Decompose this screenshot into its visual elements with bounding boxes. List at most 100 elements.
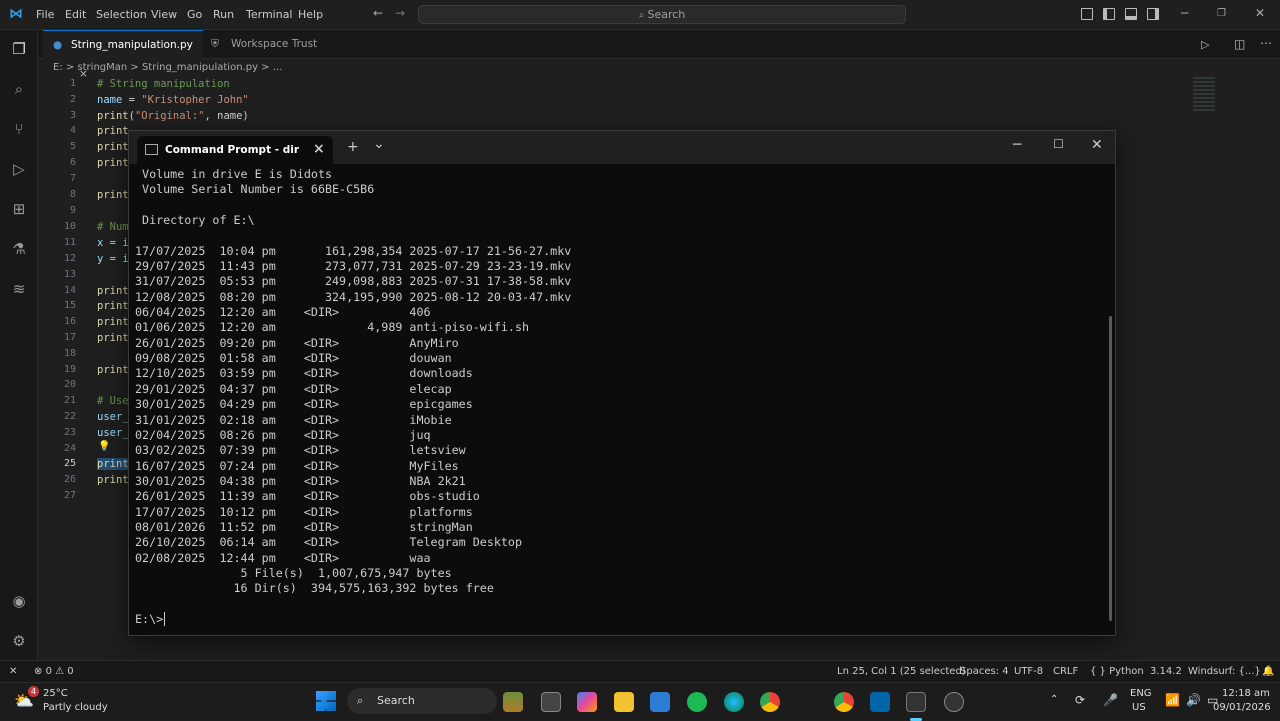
chrome-profile-icon[interactable] <box>834 692 854 712</box>
search-icon[interactable]: ⌕ <box>10 80 28 98</box>
python-file-icon: ● <box>53 39 63 51</box>
encoding[interactable]: UTF-8 <box>1014 666 1043 677</box>
run-python-file-icon[interactable]: ▷ <box>1201 38 1209 51</box>
terminal-close-icon[interactable]: ✕ <box>1091 137 1103 153</box>
show-hidden-icons-icon[interactable]: ⌃ <box>1050 694 1058 705</box>
terminal-line: 01/06/2025 12:20 am 4,989 anti-piso-wifi… <box>135 320 530 335</box>
terminal-taskbar-icon[interactable] <box>906 692 926 712</box>
file-explorer-icon[interactable] <box>614 692 634 712</box>
menu-help[interactable]: Help <box>298 8 323 21</box>
code-line-11: x = i <box>97 237 129 249</box>
menu-selection[interactable]: Selection <box>96 8 147 21</box>
menu-run[interactable]: Run <box>213 8 234 21</box>
wifi-icon[interactable]: 📶 <box>1165 693 1180 707</box>
breadcrumb[interactable]: E: > stringMan > String_manipulation.py … <box>53 62 282 73</box>
task-view-icon[interactable] <box>541 692 561 712</box>
copilot-icon[interactable] <box>577 692 597 712</box>
account-icon[interactable]: ◉ <box>10 592 28 610</box>
microsoft-store-icon[interactable] <box>650 692 670 712</box>
code-line-10: # Num <box>97 221 129 233</box>
chrome-icon[interactable] <box>760 692 780 712</box>
spotify-icon[interactable] <box>687 692 707 712</box>
toggle-secondary-sidebar-icon[interactable] <box>1147 8 1159 20</box>
terminal-tab[interactable]: Command Prompt - dir × <box>137 136 333 164</box>
restore-icon[interactable]: ❐ <box>1217 8 1226 19</box>
clock-date[interactable]: 09/01/2026 <box>1213 702 1271 713</box>
cursor-position[interactable]: Ln 25, Col 1 (25 selected) <box>837 666 966 677</box>
minimize-icon[interactable]: ─ <box>1181 6 1188 20</box>
run-debug-icon[interactable]: ▷ <box>10 160 28 178</box>
windsurf-status[interactable]: Windsurf: {...} <box>1188 666 1261 677</box>
new-tab-icon[interactable]: + <box>347 139 359 155</box>
source-control-icon[interactable]: ⑂ <box>10 120 28 138</box>
widgets-icon[interactable] <box>503 692 523 712</box>
weather-temp[interactable]: 25°C <box>43 688 68 699</box>
line-number: 11 <box>63 237 76 248</box>
terminal-output[interactable]: Volume in drive E is Didots Volume Seria… <box>135 167 1095 627</box>
extensions-icon[interactable]: ⊞ <box>10 200 28 218</box>
terminal-line: 02/08/2025 12:44 pm <DIR> waa <box>135 550 431 565</box>
line-number: 16 <box>63 316 76 327</box>
edge-icon[interactable] <box>724 692 744 712</box>
customize-layout-icon[interactable] <box>1081 8 1093 20</box>
toggle-primary-sidebar-icon[interactable] <box>1103 8 1115 20</box>
indentation[interactable]: Spaces: 4 <box>960 666 1009 677</box>
explorer-icon[interactable]: ❐ <box>10 40 28 58</box>
command-prompt-window[interactable]: Command Prompt - dir × + ⌄ ─ ☐ ✕ Volume … <box>128 130 1116 636</box>
remote-icon[interactable]: ✕ <box>9 666 17 677</box>
menu-file[interactable]: File <box>36 8 54 21</box>
testing-icon[interactable]: ⚗ <box>10 240 28 258</box>
menu-go[interactable]: Go <box>187 8 202 21</box>
line-number: 8 <box>69 189 76 200</box>
app-taskbar-icon[interactable] <box>944 692 964 712</box>
more-actions-icon[interactable]: ⋯ <box>1260 36 1272 50</box>
volume-icon[interactable]: 🔊 <box>1186 693 1201 707</box>
windows-start-icon[interactable] <box>316 691 336 711</box>
code-line-3: print("Original:", name) <box>97 110 249 122</box>
code-line-21: # Use <box>97 395 129 407</box>
command-center-search[interactable]: ⌕ Search <box>418 5 906 24</box>
split-editor-icon[interactable]: ◫ <box>1234 37 1245 51</box>
terminal-line: 26/10/2025 06:14 am <DIR> Telegram Deskt… <box>135 535 523 550</box>
notifications-bell-icon[interactable]: 🔔 <box>1262 666 1274 677</box>
lightbulb-icon[interactable]: 💡 <box>98 441 110 452</box>
code-line-4: print <box>97 125 129 137</box>
terminal-maximize-icon[interactable]: ☐ <box>1053 137 1064 151</box>
terminal-scrollbar[interactable] <box>1109 316 1112 621</box>
microphone-icon[interactable]: 🎤 <box>1103 693 1118 707</box>
settings-gear-icon[interactable]: ⚙ <box>10 632 28 650</box>
close-window-icon[interactable]: ✕ <box>1255 6 1265 20</box>
tab-string-manipulation[interactable]: ● String_manipulation.py × <box>43 30 203 80</box>
terminal-tab-close-icon[interactable]: × <box>313 141 325 157</box>
tab-dropdown-icon[interactable]: ⌄ <box>373 136 385 152</box>
language-indicator-2[interactable]: US <box>1132 702 1146 713</box>
windsurf-icon[interactable]: ≋ <box>10 280 28 298</box>
terminal-line: 08/01/2026 11:52 pm <DIR> stringMan <box>135 519 473 534</box>
line-number: 14 <box>63 285 76 296</box>
minimap[interactable] <box>1193 77 1215 113</box>
menu-edit[interactable]: Edit <box>65 8 86 21</box>
terminal-line: Volume Serial Number is 66BE-C5B6 <box>135 182 375 197</box>
taskbar-search-box[interactable]: ⌕ Search <box>347 688 497 714</box>
sync-icon[interactable]: ⟳ <box>1075 693 1085 707</box>
forward-arrow-icon[interactable]: → <box>395 6 405 20</box>
vscode-taskbar-icon[interactable] <box>870 692 890 712</box>
menu-terminal[interactable]: Terminal <box>246 8 293 21</box>
python-version[interactable]: 3.14.2 <box>1150 666 1182 677</box>
language-indicator-1[interactable]: ENG <box>1130 688 1152 699</box>
line-number: 21 <box>63 395 76 406</box>
weather-desc[interactable]: Partly cloudy <box>43 702 108 713</box>
tab-workspace-trust[interactable]: ⛨ Workspace Trust <box>203 30 321 59</box>
line-number: 2 <box>69 94 76 105</box>
terminal-line: 17/07/2025 10:12 pm <DIR> platforms <box>135 504 473 519</box>
end-of-line[interactable]: CRLF <box>1053 666 1078 677</box>
toggle-panel-icon[interactable] <box>1125 8 1137 20</box>
status-bar: ✕ ⊗ 0 ⚠ 0 Ln 25, Col 1 (25 selected) Spa… <box>0 660 1280 682</box>
menu-view[interactable]: View <box>151 8 177 21</box>
clock-time[interactable]: 12:18 am <box>1222 688 1270 699</box>
error-icon: ⊗ <box>34 666 43 677</box>
terminal-minimize-icon[interactable]: ─ <box>1013 137 1021 153</box>
problems-indicator[interactable]: ⊗ 0 ⚠ 0 <box>34 666 74 677</box>
back-arrow-icon[interactable]: ← <box>373 6 383 20</box>
language-mode[interactable]: { } Python <box>1090 666 1144 677</box>
